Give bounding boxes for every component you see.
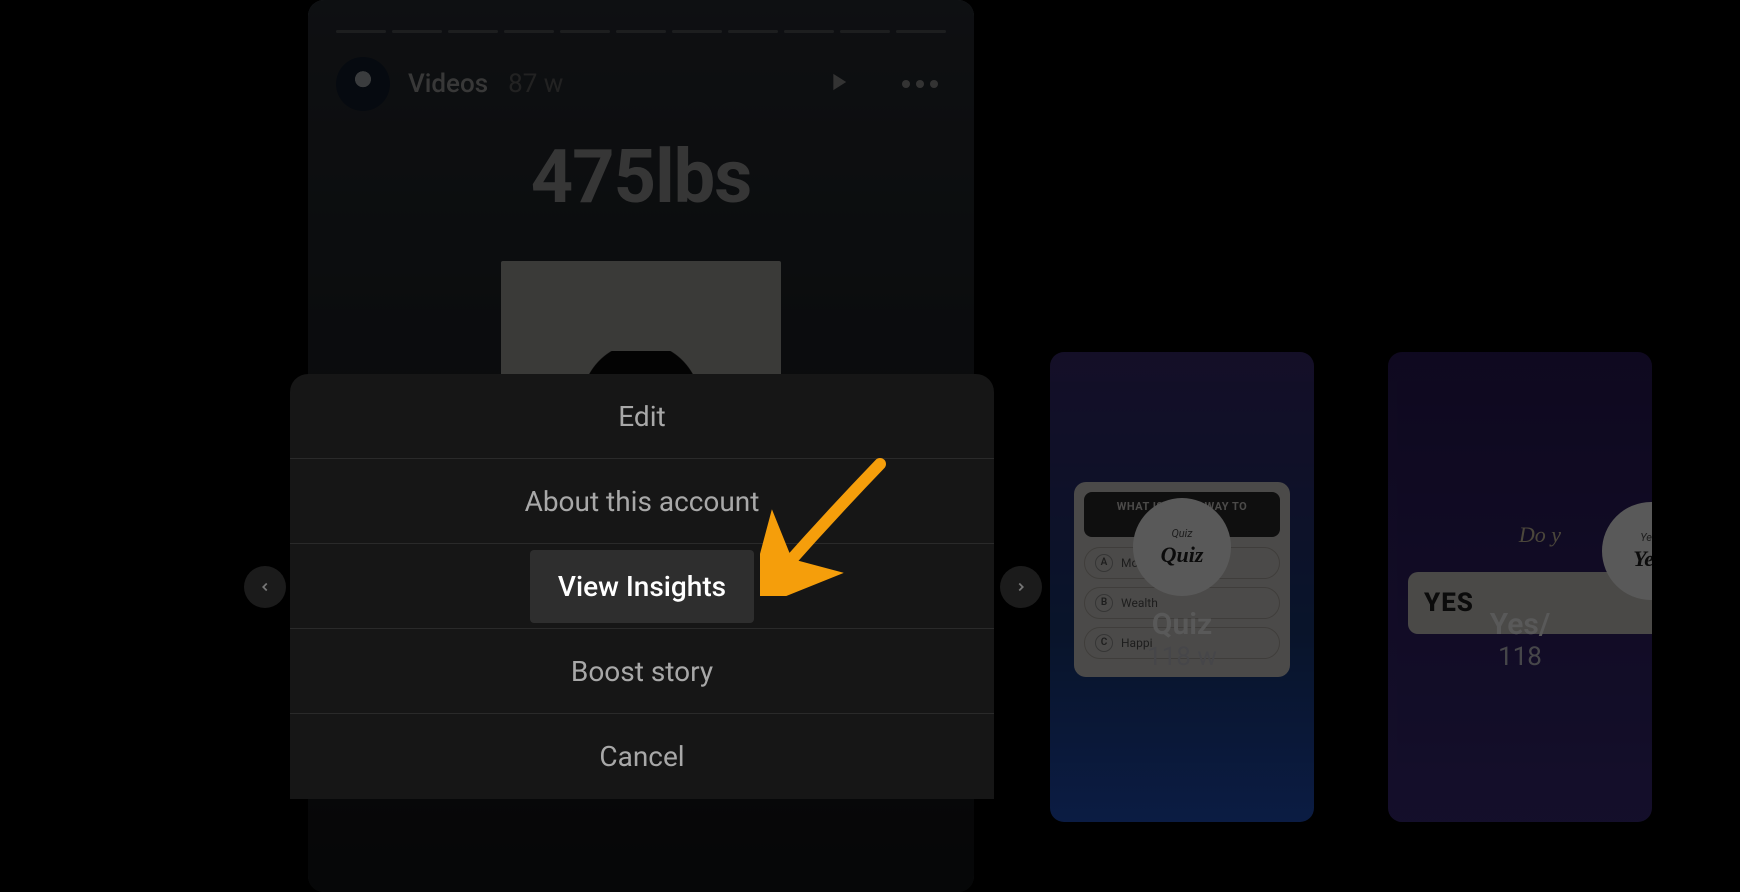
thumbnail-caption: Quiz 118 w xyxy=(1050,607,1314,672)
menu-item-label: Cancel xyxy=(599,740,684,773)
prev-story-button[interactable] xyxy=(244,566,286,608)
thumbnail-caption: Yes/ 118 xyxy=(1388,607,1652,672)
menu-item-label: Boost story xyxy=(571,655,713,688)
thumbnail-age: 118 w xyxy=(1050,642,1314,672)
menu-item-boost-story[interactable]: Boost story xyxy=(290,629,994,714)
menu-item-label: View Insights xyxy=(530,550,754,623)
action-sheet: Edit About this account View Insights Bo… xyxy=(290,374,994,799)
menu-item-edit[interactable]: Edit xyxy=(290,374,994,459)
menu-item-label: Edit xyxy=(618,400,665,433)
menu-item-label: About this account xyxy=(525,485,760,518)
story-thumbnail[interactable]: Do y YES Yes/ Yes/ Yes/ 118 xyxy=(1388,352,1652,822)
menu-item-about-account[interactable]: About this account xyxy=(290,459,994,544)
thumbnail-title: Yes/ xyxy=(1388,607,1652,642)
story-thumbnail[interactable]: WHAT IS ▬▬▬ WAY TO▬▬▬▬ ? A Mo B Wealth C… xyxy=(1050,352,1314,822)
menu-item-view-insights[interactable]: View Insights xyxy=(290,544,994,629)
thumbnail-age: 118 xyxy=(1388,642,1652,672)
next-story-button[interactable] xyxy=(1000,566,1042,608)
highlight-cover-icon: Quiz Quiz xyxy=(1133,498,1231,596)
thumbnail-title: Quiz xyxy=(1050,607,1314,642)
menu-item-cancel[interactable]: Cancel xyxy=(290,714,994,799)
